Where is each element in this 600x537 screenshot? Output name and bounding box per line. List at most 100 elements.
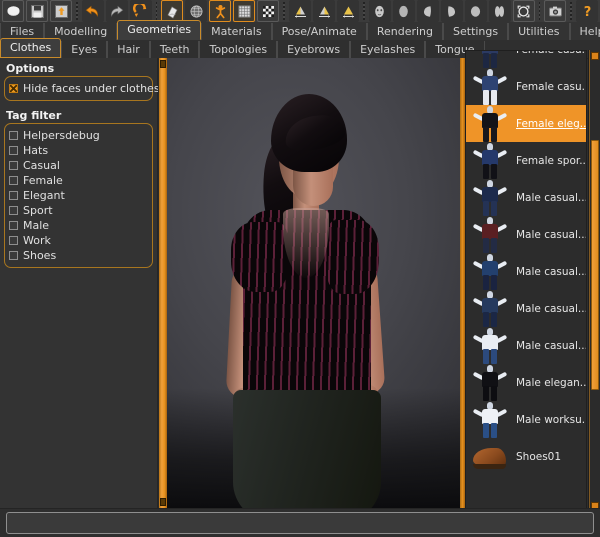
grab-screen-icon[interactable] <box>544 0 567 22</box>
tab-help[interactable]: Help <box>569 23 600 40</box>
splitter-grip-bottom[interactable] <box>160 498 166 506</box>
clothes-thumbnail <box>468 327 512 364</box>
tab-rendering[interactable]: Rendering <box>366 23 443 40</box>
list-item-label: Male casual... <box>516 339 587 352</box>
list-item[interactable]: Male casual... <box>466 179 586 216</box>
checkbox-casual[interactable]: Casual <box>9 158 148 172</box>
main-tabbar: Files Modelling Geometries Materials Pos… <box>0 20 600 41</box>
toolbar-separator <box>363 2 365 20</box>
toolbar-group-help: ? <box>574 0 600 22</box>
clothes-thumbnail <box>468 179 512 216</box>
redo-icon[interactable] <box>105 0 128 22</box>
pose-icon[interactable] <box>209 0 232 22</box>
checkbox-hide-faces-under-clothes[interactable]: Hide faces under clothes <box>9 81 160 95</box>
checkbox-icon[interactable] <box>9 130 18 140</box>
toolbar-separator <box>283 2 286 20</box>
scroll-up-button[interactable] <box>591 52 599 60</box>
subtab-hair[interactable]: Hair <box>107 41 150 58</box>
checkbox-icon[interactable] <box>9 175 18 185</box>
subtab-teeth[interactable]: Teeth <box>149 41 200 58</box>
clothes-thumbnail <box>468 401 512 438</box>
checkbox-hats[interactable]: Hats <box>9 143 148 157</box>
reset-mesh-icon[interactable] <box>129 0 152 22</box>
mannequin-icon <box>470 68 510 105</box>
smooth-icon[interactable] <box>161 0 184 22</box>
grid-icon[interactable] <box>233 0 256 22</box>
new-icon[interactable] <box>2 0 24 22</box>
list-item[interactable]: Shoes01 <box>466 438 586 475</box>
list-item[interactable]: Male casual... <box>466 327 587 364</box>
clothes-thumbnail <box>468 253 512 290</box>
list-item[interactable]: Female casu... <box>466 68 586 105</box>
clothes-list-scrollbar[interactable] <box>588 50 600 512</box>
clothes-list-panel[interactable]: Female casu... Female casu... <box>465 50 587 512</box>
front-view-icon[interactable] <box>368 0 391 22</box>
subtab-eyebrows[interactable]: Eyebrows <box>277 41 351 58</box>
tab-pose-animate[interactable]: Pose/Animate <box>271 23 367 40</box>
symmetry-left-icon[interactable] <box>289 0 312 22</box>
load-icon[interactable] <box>50 0 72 22</box>
checkbox-label: Helpersdebug <box>23 128 100 142</box>
list-item[interactable]: Female casu... <box>466 51 586 68</box>
toolbar-group-mesh <box>159 0 281 22</box>
3d-viewport[interactable] <box>167 58 460 508</box>
shoe-icon <box>470 439 510 475</box>
list-item-selected[interactable]: Female eleg... <box>466 105 586 142</box>
list-item[interactable]: Female spor... <box>466 142 586 179</box>
mannequin-icon <box>470 290 510 327</box>
back-view-icon[interactable] <box>392 0 415 22</box>
checkbox-work[interactable]: Work <box>9 233 148 247</box>
checkbox-icon[interactable] <box>9 145 18 155</box>
list-item[interactable]: Male elegan... <box>466 364 586 401</box>
tab-settings[interactable]: Settings <box>443 23 509 40</box>
list-item[interactable]: Male casual... <box>466 253 586 290</box>
clothes-thumbnail <box>468 290 512 327</box>
checkbox-sport[interactable]: Sport <box>9 203 148 217</box>
top-view-icon[interactable] <box>464 0 487 22</box>
symmetry-icon[interactable] <box>337 0 360 22</box>
checkbox-icon[interactable] <box>9 190 18 200</box>
clothes-thumbnail <box>468 68 512 105</box>
help-icon[interactable]: ? <box>576 0 599 22</box>
subtab-eyes[interactable]: Eyes <box>61 41 108 58</box>
bottom-view-icon[interactable] <box>488 0 511 22</box>
undo-icon[interactable] <box>81 0 104 22</box>
symmetry-right-icon[interactable] <box>313 0 336 22</box>
tab-materials[interactable]: Materials <box>201 23 272 40</box>
checkbox-icon[interactable] <box>9 235 18 245</box>
toolbar-group-capture <box>542 0 568 22</box>
options-box: Hide faces under clothes <box>4 76 160 101</box>
list-item[interactable]: Male casual... <box>466 290 586 327</box>
reset-camera-icon[interactable] <box>512 0 535 22</box>
checkbox-label: Sport <box>23 203 53 217</box>
checkbox-shoes[interactable]: Shoes <box>9 248 148 262</box>
left-view-icon[interactable] <box>416 0 439 22</box>
subtab-eyelashes[interactable]: Eyelashes <box>350 41 426 58</box>
checkbox-label: Shoes <box>23 248 57 262</box>
checkbox-female[interactable]: Female <box>9 173 148 187</box>
subtab-topologies[interactable]: Topologies <box>199 41 278 58</box>
tab-geometries[interactable]: Geometries <box>117 20 202 40</box>
checkbox-icon[interactable] <box>9 250 18 260</box>
subdivide-icon[interactable] <box>257 0 280 22</box>
splitter-grip-top[interactable] <box>160 60 166 68</box>
checkbox-checked-icon[interactable] <box>9 83 18 93</box>
save-icon[interactable] <box>26 0 48 22</box>
list-item[interactable]: Male worksu... <box>466 401 587 438</box>
tab-utilities[interactable]: Utilities <box>508 23 570 40</box>
checkbox-icon[interactable] <box>9 220 18 230</box>
checkbox-helpersdebug[interactable]: Helpersdebug <box>9 128 148 142</box>
checkbox-elegant[interactable]: Elegant <box>9 188 148 202</box>
checkbox-icon[interactable] <box>9 160 18 170</box>
toolbar-group-file <box>0 0 74 22</box>
list-item-label: Male worksu... <box>516 413 587 426</box>
right-view-icon[interactable] <box>440 0 463 22</box>
checkbox-icon[interactable] <box>9 205 18 215</box>
mannequin-icon <box>470 142 510 179</box>
scrollbar-thumb[interactable] <box>591 140 599 390</box>
list-item[interactable]: Male casual... <box>466 216 586 253</box>
wireframe-icon[interactable] <box>185 0 208 22</box>
subtab-clothes[interactable]: Clothes <box>0 38 62 58</box>
character-model <box>167 58 460 508</box>
checkbox-male[interactable]: Male <box>9 218 148 232</box>
